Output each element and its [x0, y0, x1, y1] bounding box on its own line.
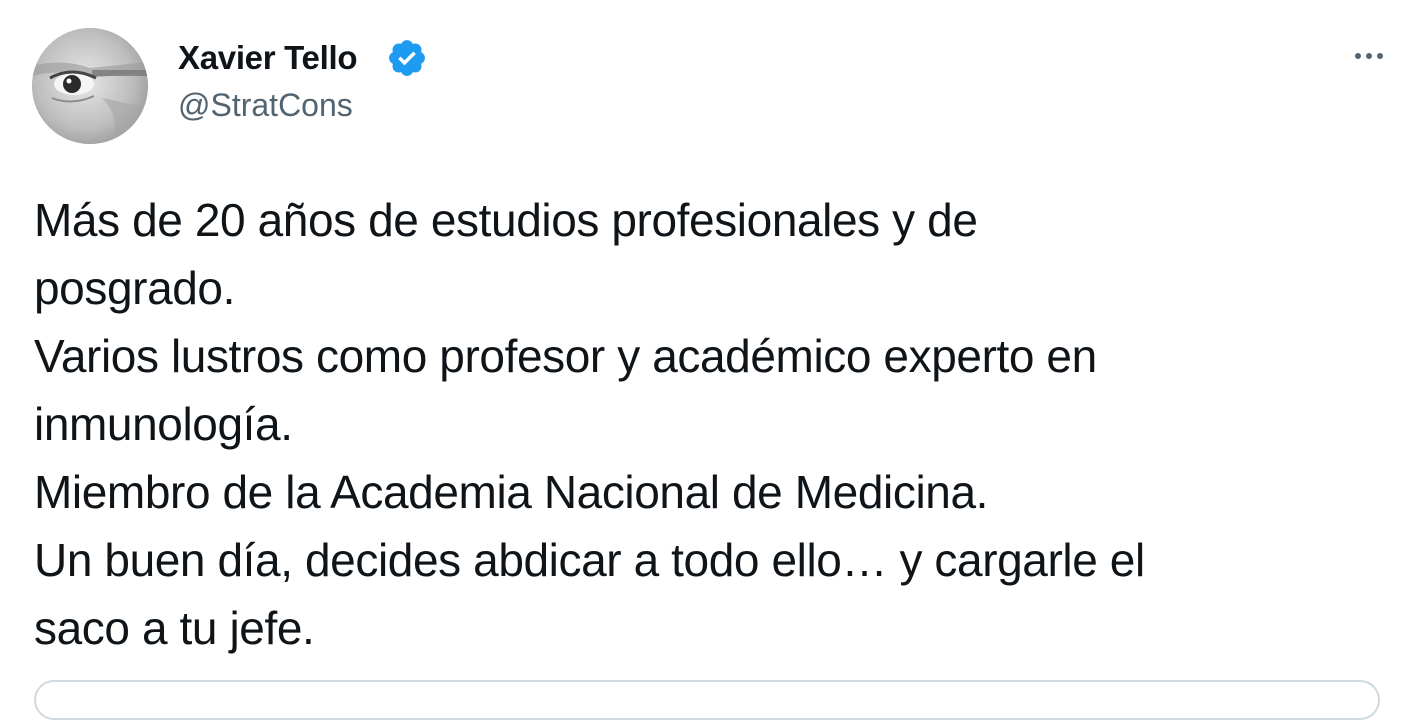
tweet-card: Xavier Tello @StratCons Más de 20 años d… — [0, 0, 1416, 720]
tweet-text: Más de 20 años de estudios profesionales… — [34, 186, 1374, 662]
avatar-photo — [32, 28, 148, 144]
more-options-button[interactable] — [1346, 38, 1392, 74]
tweet-text-line: Miembro de la Academia Nacional de Medic… — [34, 466, 989, 518]
tweet-text-line: Varios lustros como profesor y académico… — [34, 330, 1097, 382]
verified-badge-icon — [389, 40, 425, 76]
author-handle[interactable]: @StratCons — [178, 84, 353, 126]
tweet-text-line: inmunología. — [34, 398, 293, 450]
more-horizontal-icon-dot — [1366, 53, 1372, 59]
tweet-text-line: Un buen día, decides abdicar a todo ello… — [34, 534, 1145, 586]
tweet-text-line: Más de 20 años de estudios profesionales… — [34, 194, 978, 246]
more-horizontal-icon-dot — [1377, 53, 1383, 59]
tweet-text-line: posgrado. — [34, 262, 235, 314]
avatar[interactable] — [32, 28, 148, 144]
author-name[interactable]: Xavier Tello — [178, 36, 358, 80]
more-horizontal-icon — [1355, 53, 1361, 59]
embedded-card-edge[interactable] — [34, 680, 1380, 720]
tweet-text-line: saco a tu jefe. — [34, 602, 315, 654]
